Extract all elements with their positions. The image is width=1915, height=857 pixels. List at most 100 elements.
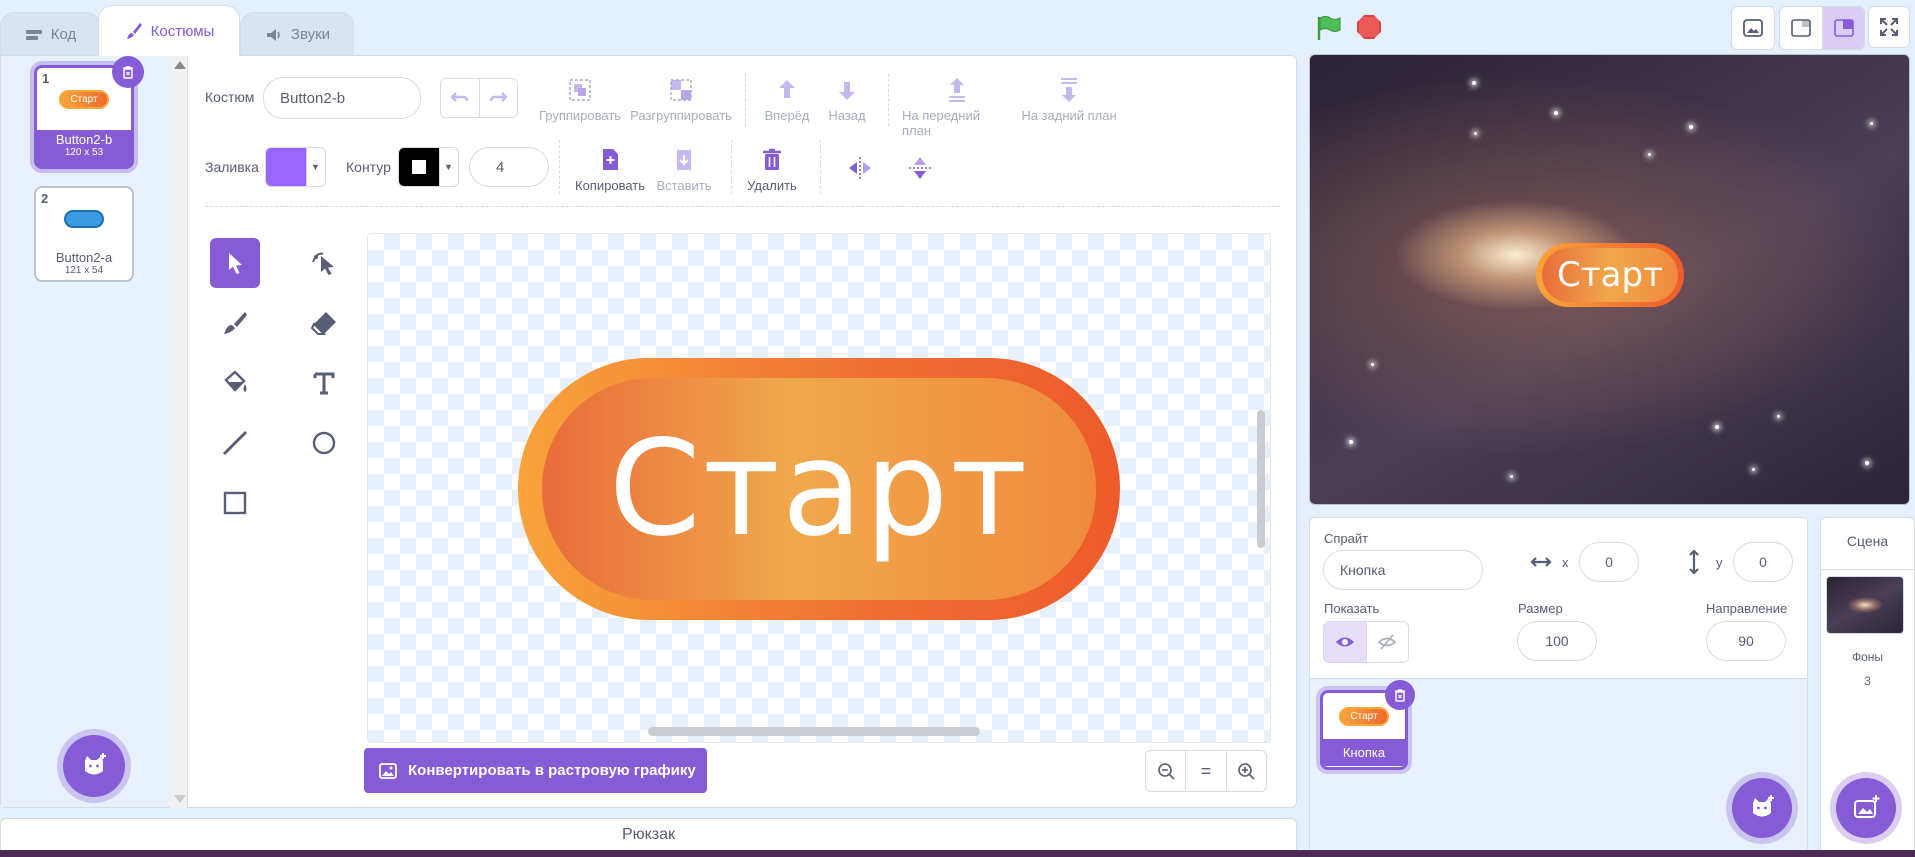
reshape-tool[interactable] bbox=[299, 238, 349, 288]
stage-start-sprite[interactable]: Старт bbox=[1536, 243, 1684, 307]
select-tool[interactable] bbox=[210, 238, 260, 288]
chevron-down-icon: ▼ bbox=[439, 148, 457, 186]
costume-name: Button2-a bbox=[55, 250, 113, 265]
group-button[interactable]: Группировать bbox=[539, 76, 621, 123]
paste-icon bbox=[677, 150, 691, 170]
star bbox=[1777, 415, 1780, 418]
text-tool[interactable] bbox=[299, 358, 349, 408]
y-label: y bbox=[1716, 555, 1723, 570]
undo-icon bbox=[450, 92, 468, 102]
trash-icon bbox=[1395, 689, 1405, 702]
zoom-reset-button[interactable]: = bbox=[1185, 751, 1225, 791]
arrow-up-icon bbox=[779, 80, 795, 98]
size-input[interactable]: 100 bbox=[1517, 621, 1597, 661]
scroll-down-arrow-icon[interactable] bbox=[174, 795, 186, 803]
zoom-in-button[interactable] bbox=[1225, 751, 1266, 791]
text-t-icon bbox=[313, 372, 335, 395]
scene-backdrop-thumbnail[interactable] bbox=[1826, 576, 1904, 634]
circle-tool[interactable] bbox=[299, 418, 349, 468]
y-input[interactable]: 0 bbox=[1733, 542, 1793, 582]
image-icon bbox=[379, 762, 397, 779]
tab-code[interactable]: Код bbox=[0, 12, 100, 56]
x-input[interactable]: 0 bbox=[1579, 542, 1639, 582]
ungroup-label: Разгруппировать bbox=[630, 108, 732, 123]
costume-item-2[interactable]: 2 Button2-a 121 x 54 bbox=[34, 186, 134, 282]
code-icon bbox=[25, 29, 42, 40]
line-tool[interactable] bbox=[210, 418, 260, 468]
star bbox=[1752, 468, 1755, 471]
costume-name-input[interactable]: Button2-b bbox=[263, 77, 421, 119]
bring-to-front-button[interactable]: На передний план bbox=[902, 76, 1012, 138]
costume-name-label: Костюм bbox=[205, 89, 255, 105]
scroll-up-arrow-icon[interactable] bbox=[174, 61, 186, 69]
paste-button[interactable]: Вставить bbox=[653, 146, 715, 193]
delete-button[interactable]: Удалить bbox=[743, 146, 801, 193]
zoom-out-button[interactable] bbox=[1146, 751, 1185, 791]
backdrops-label: Фоны bbox=[1851, 650, 1884, 664]
screenshot-button[interactable] bbox=[1732, 7, 1774, 49]
costume-number: 2 bbox=[41, 191, 49, 206]
tab-sounds[interactable]: Звуки bbox=[240, 12, 354, 56]
tab-costumes-label: Костюмы bbox=[150, 22, 215, 40]
costume-size: 121 x 54 bbox=[64, 265, 104, 276]
scene-title: Сцена bbox=[1846, 533, 1889, 549]
group-icon bbox=[569, 79, 591, 101]
eraser-tool[interactable] bbox=[299, 298, 349, 348]
star bbox=[1554, 111, 1558, 115]
toolbar-divider bbox=[731, 140, 732, 194]
delete-sprite-button[interactable] bbox=[1385, 680, 1415, 710]
copy-button[interactable]: Копировать bbox=[572, 146, 648, 193]
delete-costume-button[interactable] bbox=[112, 56, 144, 88]
costume-list-scrollbar[interactable] bbox=[170, 55, 188, 808]
backward-button[interactable]: Назад bbox=[820, 76, 874, 123]
forward-button[interactable]: Вперёд bbox=[760, 76, 814, 123]
add-sprite-button[interactable] bbox=[1732, 778, 1792, 838]
small-stage-button[interactable] bbox=[1780, 7, 1822, 49]
undo-button[interactable] bbox=[441, 79, 479, 117]
convert-to-bitmap-button[interactable]: Конвертировать в растровую графику bbox=[364, 748, 707, 793]
direction-input[interactable]: 90 bbox=[1706, 621, 1786, 661]
rectangle-tool[interactable] bbox=[210, 478, 260, 528]
paint-canvas[interactable]: Старт bbox=[367, 233, 1271, 743]
stage-canvas[interactable]: Старт bbox=[1309, 54, 1910, 505]
canvas-horizontal-scrollbar[interactable] bbox=[648, 727, 980, 736]
trash-icon bbox=[763, 148, 781, 170]
flip-horizontal-button[interactable] bbox=[845, 154, 875, 186]
star bbox=[1689, 125, 1693, 129]
star bbox=[1648, 153, 1651, 156]
star bbox=[1510, 475, 1513, 478]
costume-label-area: Button2-b 120 x 53 bbox=[37, 130, 131, 166]
brush-tool[interactable] bbox=[210, 298, 260, 348]
outline-color-picker[interactable]: ▼ bbox=[398, 147, 459, 187]
fill-tool[interactable] bbox=[210, 358, 260, 408]
flip-vertical-button[interactable] bbox=[905, 154, 935, 186]
forward-label: Вперёд bbox=[764, 108, 810, 123]
show-hidden-button[interactable] bbox=[1365, 622, 1409, 662]
tab-costumes[interactable]: Костюмы bbox=[98, 5, 240, 56]
tab-sounds-label: Звуки bbox=[290, 26, 331, 43]
outline-width-input[interactable]: 4 bbox=[469, 147, 549, 187]
stop-icon[interactable] bbox=[1357, 15, 1381, 39]
fullscreen-button[interactable] bbox=[1868, 6, 1910, 48]
send-to-back-button[interactable]: На задний план bbox=[1020, 76, 1118, 123]
sprite-name-input[interactable]: Кнопка bbox=[1323, 550, 1483, 590]
show-visible-button[interactable] bbox=[1324, 622, 1366, 662]
send-to-back-label: На задний план bbox=[1021, 108, 1117, 123]
arrow-down-icon bbox=[839, 82, 855, 100]
add-costume-button[interactable] bbox=[63, 735, 125, 797]
add-backdrop-button[interactable] bbox=[1836, 778, 1896, 838]
ungroup-icon bbox=[670, 79, 692, 101]
redo-button[interactable] bbox=[478, 79, 518, 117]
canvas-vertical-scrollbar[interactable] bbox=[1257, 410, 1265, 548]
star bbox=[1472, 81, 1476, 85]
brush-icon bbox=[126, 23, 142, 39]
ungroup-button[interactable]: Разгруппировать bbox=[630, 76, 732, 123]
large-stage-button[interactable] bbox=[1822, 7, 1864, 49]
fill-color-picker[interactable]: ▼ bbox=[265, 147, 326, 187]
sprite-name-label: Спрайт bbox=[1324, 531, 1369, 546]
tab-code-label: Код bbox=[50, 26, 77, 43]
eraser-icon bbox=[310, 312, 336, 335]
start-button-shape[interactable]: Старт bbox=[518, 358, 1120, 620]
backdrops-count: 3 bbox=[1864, 674, 1871, 688]
green-flag-icon[interactable] bbox=[1314, 14, 1342, 42]
